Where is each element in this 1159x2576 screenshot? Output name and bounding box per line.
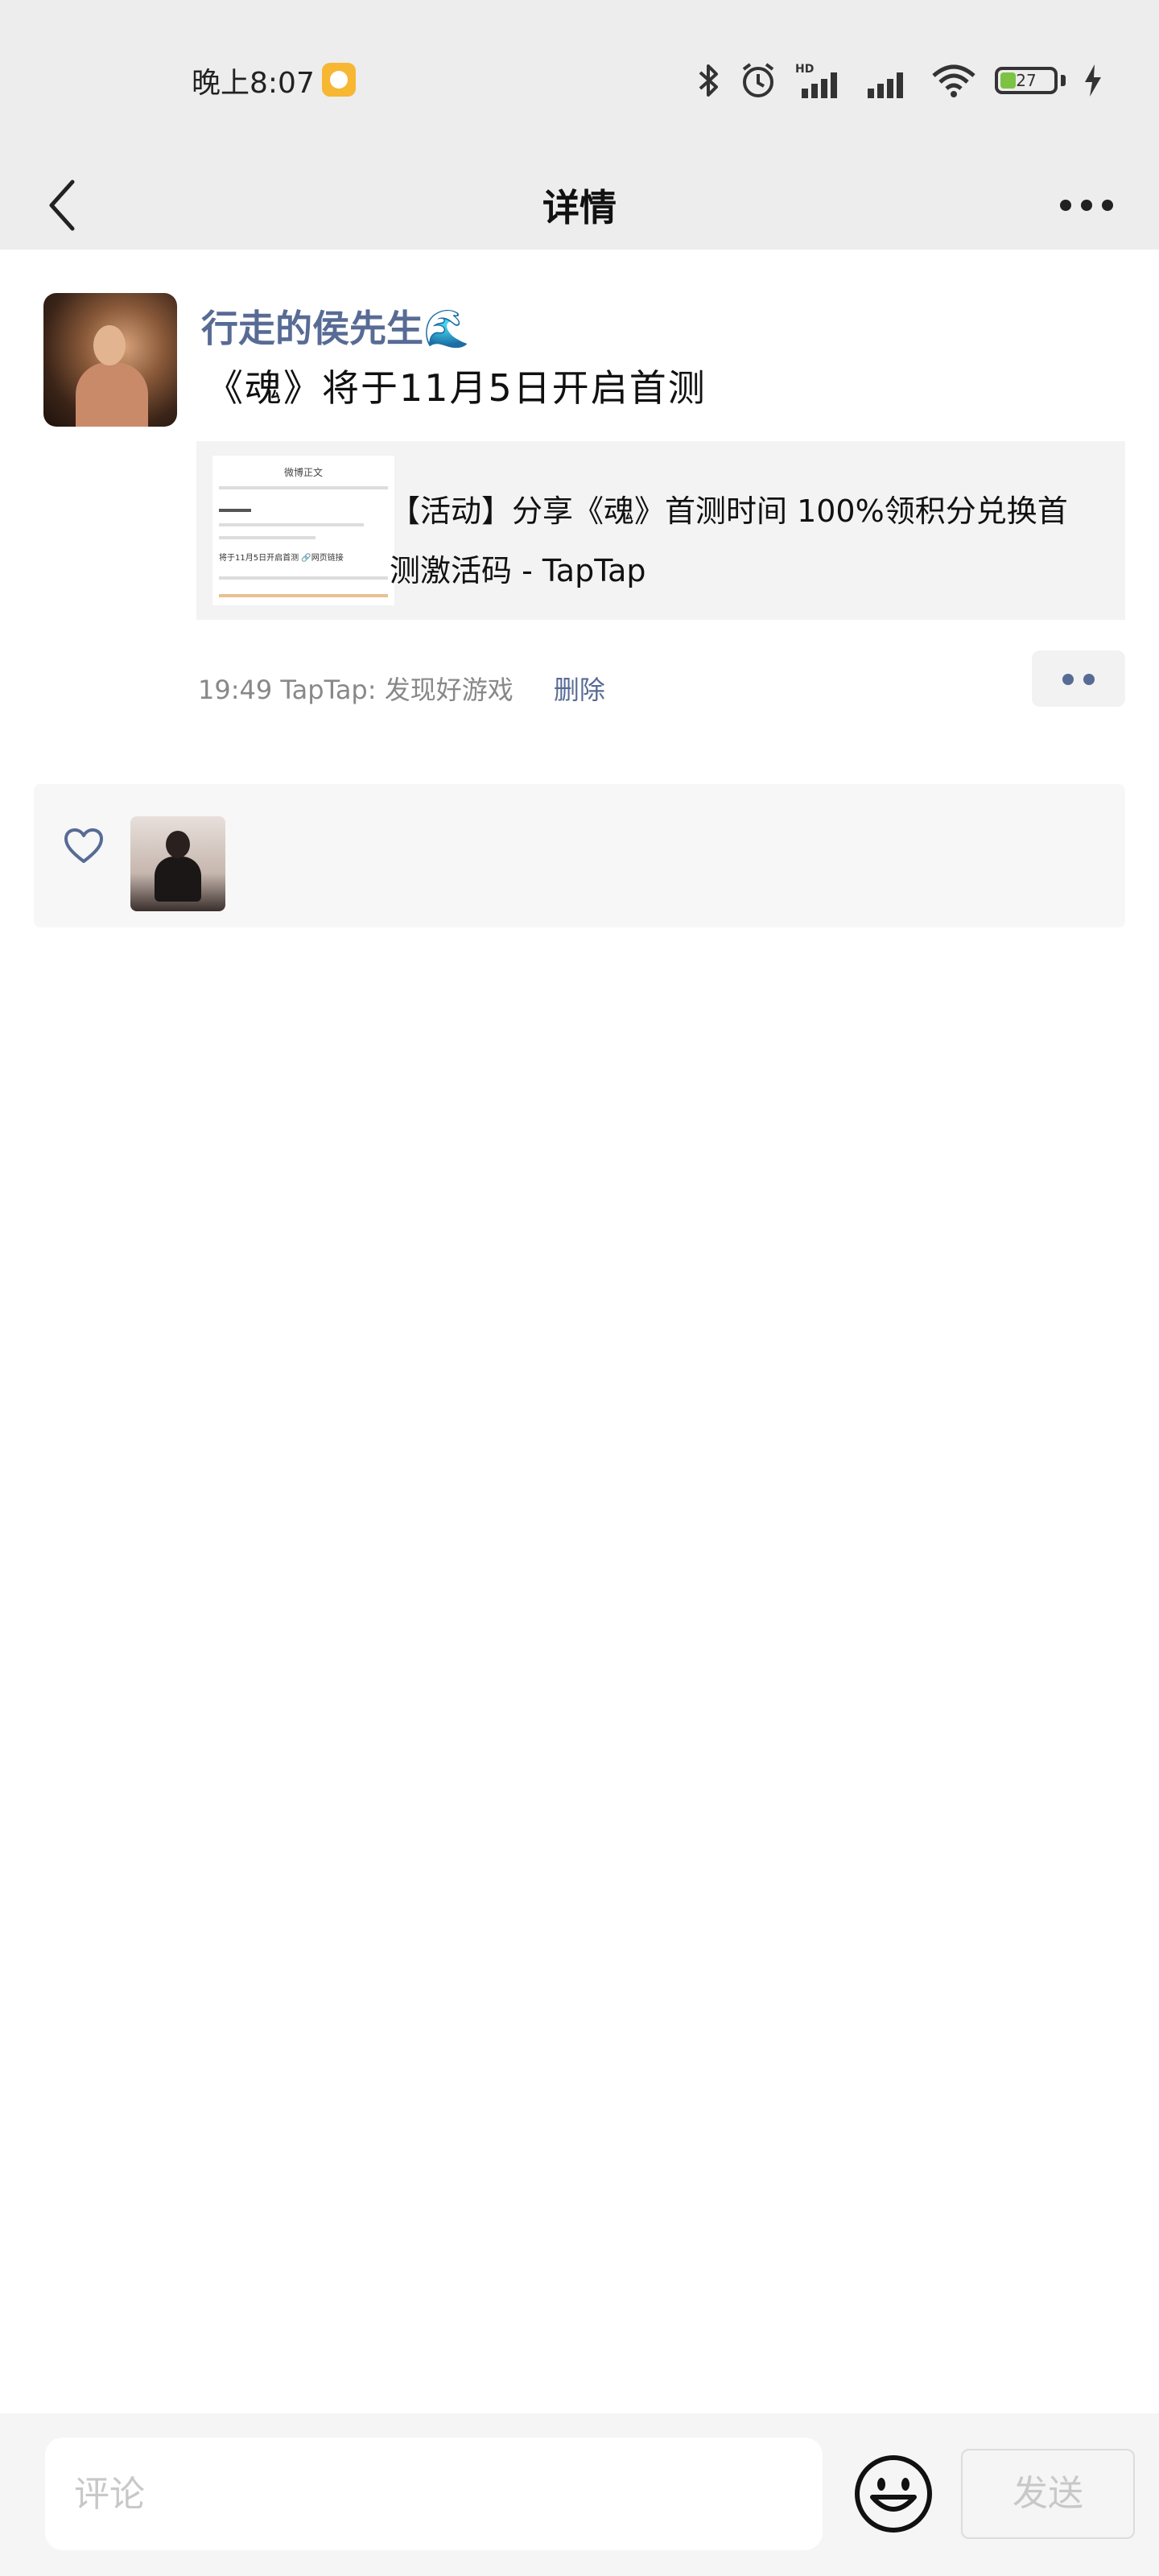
battery-cap xyxy=(1061,75,1066,86)
app-notification-icon xyxy=(322,63,356,97)
delete-link[interactable]: 删除 xyxy=(554,675,605,705)
charging-icon xyxy=(1083,63,1103,98)
liker-figure-body xyxy=(155,857,201,902)
liker-avatar[interactable] xyxy=(130,816,225,911)
status-time: 晚上8:07 xyxy=(192,67,315,100)
svg-text:HD: HD xyxy=(795,63,814,76)
thumbnail-line xyxy=(219,509,251,512)
comment-input[interactable] xyxy=(45,2438,823,2550)
more-dots-icon xyxy=(1060,200,1113,211)
emoji-icon xyxy=(855,2455,932,2533)
link-thumbnail: 微博正文 将于11月5日开启首测 🔗网页链接 xyxy=(212,456,394,605)
post-text: 《魂》将于11月5日开启首测 xyxy=(206,366,707,410)
like-comment-button[interactable] xyxy=(1032,650,1125,707)
battery-text: 27 xyxy=(1016,71,1037,90)
avatar-figure-face xyxy=(93,325,126,365)
thumbnail-line xyxy=(219,594,388,597)
nav-bar: 详情 xyxy=(0,161,1159,250)
battery-icon: 27 xyxy=(995,67,1058,94)
thumbnail-line xyxy=(219,523,364,526)
hd-signal-icon: HD xyxy=(795,61,847,100)
likes-section xyxy=(34,784,1125,927)
send-button[interactable]: 发送 xyxy=(961,2449,1135,2539)
status-bar: 晚上8:07 HD 27 xyxy=(0,0,1159,161)
thumbnail-title: 微博正文 xyxy=(283,467,323,478)
heart-icon xyxy=(64,828,103,863)
status-icons: HD 27 xyxy=(697,56,1103,105)
post-time: 19:49 xyxy=(198,675,273,705)
thumbnail-line xyxy=(219,576,388,580)
wifi-icon xyxy=(930,61,977,100)
alarm-icon xyxy=(739,61,777,100)
avatar[interactable] xyxy=(43,293,177,427)
post-meta: 19:49 TapTap: 发现好游戏 删除 xyxy=(198,670,605,707)
thumbnail-line xyxy=(219,536,316,539)
emoji-button[interactable] xyxy=(852,2452,935,2536)
dot-icon xyxy=(1083,674,1095,685)
thumbnail-line xyxy=(219,486,388,489)
page-title: 详情 xyxy=(542,186,617,229)
post-source: TapTap: 发现好游戏 xyxy=(280,675,514,705)
more-button[interactable] xyxy=(1054,185,1119,225)
liker-figure-head xyxy=(166,831,190,858)
signal-icon xyxy=(864,61,913,100)
thumbnail-text: 将于11月5日开启首测 🔗网页链接 xyxy=(219,554,344,563)
username-link[interactable]: 行走的侯先生🌊 xyxy=(201,299,469,353)
dot-icon xyxy=(1062,674,1074,685)
avatar-figure-body xyxy=(76,362,148,427)
bluetooth-icon xyxy=(697,61,721,100)
link-title: 【活动】分享《魂》首测时间 100%领积分兑换首测激活码 - TapTap xyxy=(390,493,1068,588)
link-card[interactable]: 微博正文 将于11月5日开启首测 🔗网页链接 【活动】分享《魂》首测时间 100… xyxy=(196,441,1125,620)
comment-bar: 发送 xyxy=(0,2413,1159,2576)
